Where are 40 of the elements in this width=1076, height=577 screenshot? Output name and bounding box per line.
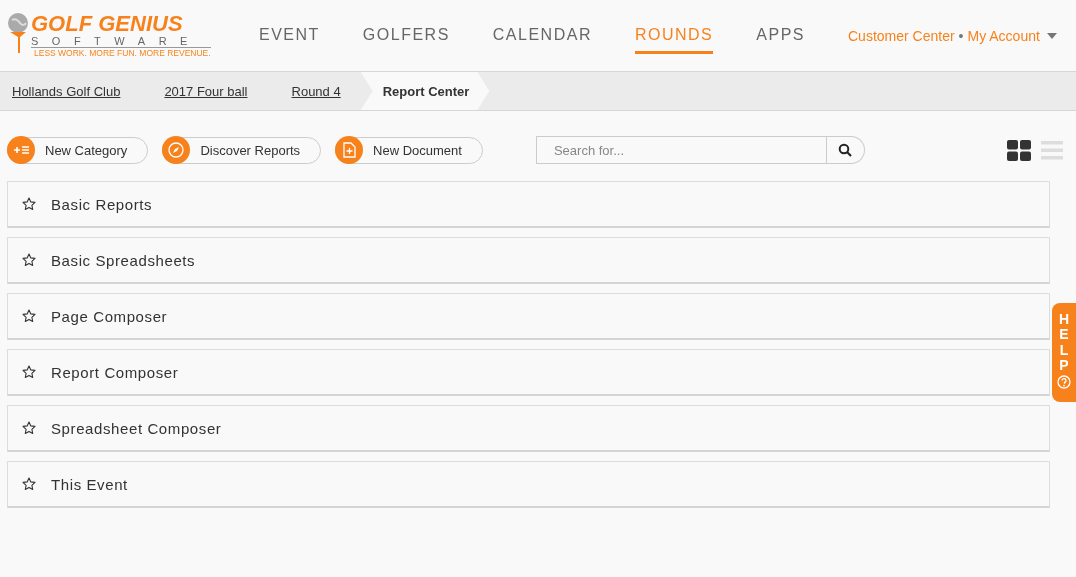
- search-field[interactable]: Search for...: [535, 136, 827, 164]
- category-panel[interactable]: Page Composer: [7, 293, 1050, 340]
- search-button[interactable]: [826, 136, 865, 164]
- logo-subtitle: SOFTWARE: [31, 34, 211, 48]
- help-label: HELP: [1057, 312, 1071, 374]
- category-title: Basic Reports: [51, 195, 153, 213]
- logo-wordmark: GOLF GENIUS: [31, 12, 184, 35]
- golf-ball-tee-icon: [7, 12, 29, 55]
- nav-tab[interactable]: CALENDAR: [492, 17, 592, 54]
- caret-icon: [1046, 32, 1057, 39]
- action-button[interactable]: New Document: [335, 136, 483, 164]
- add-document-icon: [335, 136, 364, 164]
- breadcrumb-link[interactable]: Hollands Golf Club: [0, 72, 141, 110]
- search-icon: [838, 143, 853, 157]
- add-list-icon: [7, 136, 35, 164]
- action-button[interactable]: New Category: [7, 136, 149, 164]
- nav-tab[interactable]: GOLFERS: [362, 17, 450, 54]
- grid-view-button[interactable]: [1007, 139, 1031, 161]
- nav-tab[interactable]: EVENT: [259, 17, 320, 54]
- breadcrumb-link[interactable]: Round 4: [269, 72, 361, 110]
- category-panel[interactable]: Basic Reports: [7, 181, 1050, 228]
- breadcrumb-link[interactable]: Report Center: [360, 72, 490, 110]
- category-title: Basic Spreadsheets: [51, 251, 196, 269]
- category-panel[interactable]: Report Composer: [7, 349, 1050, 396]
- category-title: This Event: [51, 475, 128, 493]
- breadcrumb-link[interactable]: 2017 Four ball: [142, 72, 268, 110]
- category-title: Page Composer: [51, 307, 168, 325]
- list-view-icon: [1041, 139, 1063, 161]
- logo-tagline: LESS WORK. MORE FUN. MORE REVENUE.: [34, 47, 211, 59]
- category-title: Spreadsheet Composer: [51, 419, 222, 437]
- separator-dot: •: [958, 27, 964, 44]
- help-icon: [1057, 374, 1071, 389]
- grid-view-icon: [1007, 139, 1031, 161]
- category-title: Report Composer: [51, 363, 179, 381]
- category-panel[interactable]: Basic Spreadsheets: [7, 237, 1050, 284]
- category-panel[interactable]: Spreadsheet Composer: [7, 405, 1050, 452]
- category-panel[interactable]: This Event: [7, 461, 1050, 508]
- compass-icon: [162, 136, 191, 164]
- nav-tab[interactable]: APPS: [756, 17, 805, 54]
- action-button[interactable]: Discover Reports: [162, 136, 322, 164]
